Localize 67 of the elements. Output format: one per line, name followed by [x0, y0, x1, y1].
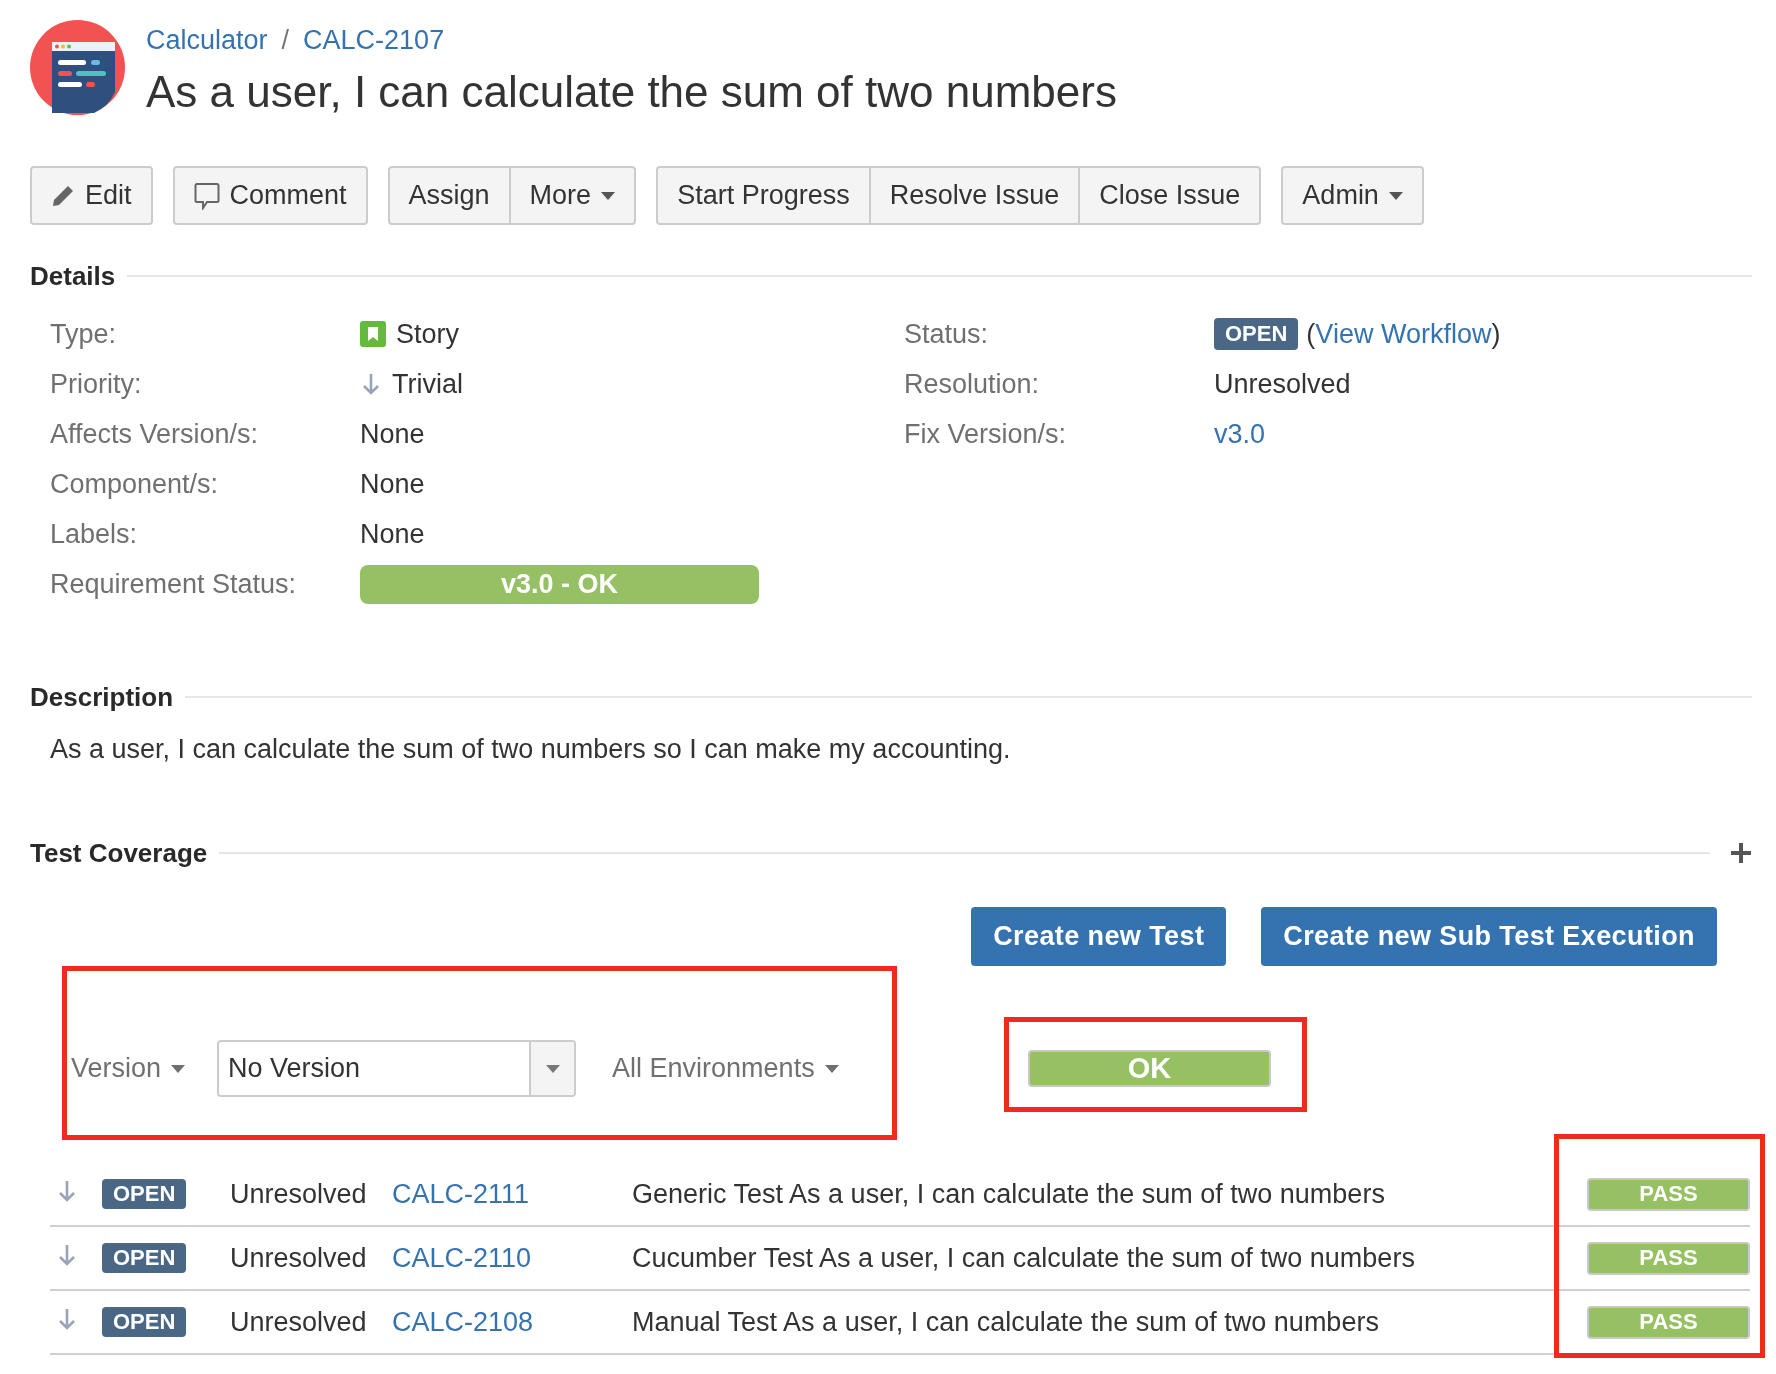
field-label: Type: — [50, 318, 118, 350]
create-button[interactable]: Create new Test — [971, 907, 1227, 966]
speech-bubble-icon — [193, 181, 220, 210]
test-summary: Generic Test As a user, I can calculate the sum of two numbers — [632, 1178, 1386, 1210]
version-menu[interactable]: Version — [71, 1040, 186, 1097]
story-icon — [360, 321, 386, 347]
status-lozenge: OPEN — [102, 1179, 187, 1209]
test-key-link[interactable]: CALC-2110 — [392, 1242, 532, 1273]
field-label: Fix Version/s: — [904, 418, 1068, 450]
field-value: None — [360, 468, 425, 500]
caret-icon — [824, 1064, 839, 1073]
test-result-bar: PASS — [1587, 1177, 1750, 1211]
test-result-bar: PASS — [1587, 1305, 1750, 1339]
field-label: Priority: — [50, 368, 143, 400]
field-value: Trivial — [392, 368, 463, 400]
section-heading: Description — [30, 681, 174, 714]
field-label: Labels: — [50, 518, 139, 550]
description-text: As a user, I can calculate the sum of two numbers so I can make my accounting. — [50, 733, 1012, 766]
toolbar-button[interactable]: Assign — [387, 166, 511, 225]
toolbar-button[interactable]: More — [508, 166, 637, 225]
caret-icon — [1388, 191, 1403, 200]
workflow-note: (View Workflow) — [1306, 318, 1501, 350]
issue-title: As a user, I can calculate the sum of two numbers — [146, 67, 1117, 117]
test-summary: Manual Test As a user, I can calculate the sum of two numbers — [632, 1306, 1380, 1338]
field-value: Story — [396, 318, 460, 350]
field-value: None — [360, 518, 425, 550]
version-link[interactable]: v3.0 — [1214, 418, 1266, 450]
resolution-text: Unresolved — [230, 1306, 368, 1338]
toolbar-button[interactable]: Admin — [1281, 166, 1424, 225]
caret-icon — [171, 1064, 186, 1073]
create-button[interactable]: Create new Sub Test Execution — [1261, 907, 1717, 966]
version-select[interactable]: No Version — [217, 1040, 577, 1097]
section-heading: Test Coverage — [30, 837, 208, 870]
resolution-text: Unresolved — [230, 1178, 368, 1210]
add-icon[interactable] — [1730, 842, 1752, 864]
environment-menu[interactable]: All Environments — [612, 1040, 839, 1097]
resolution-text: Unresolved — [230, 1242, 368, 1274]
field-label: Status: — [904, 318, 990, 350]
pencil-icon — [51, 183, 75, 208]
toolbar-button[interactable]: Start Progress — [656, 166, 871, 225]
down-arrow-icon — [360, 371, 382, 397]
test-summary: Cucumber Test As a user, I can calculate the sum of two numbers — [632, 1242, 1416, 1274]
field-value: None — [360, 418, 425, 450]
caret-icon — [545, 1064, 560, 1073]
status-lozenge: OPEN — [102, 1307, 187, 1337]
test-key-link[interactable]: CALC-2111 — [392, 1178, 530, 1209]
toolbar-button[interactable]: Close Issue — [1078, 166, 1262, 225]
section-heading: Details — [30, 260, 116, 293]
status-lozenge: OPEN — [1214, 318, 1299, 350]
toolbar-button[interactable]: Edit — [30, 166, 153, 225]
issue-key-link[interactable]: CALC-2107 — [303, 25, 445, 55]
status-lozenge: OPEN — [102, 1243, 187, 1273]
field-label: Component/s: — [50, 468, 220, 500]
test-key-link[interactable]: CALC-2108 — [392, 1306, 534, 1337]
field-value: Unresolved — [1214, 368, 1351, 400]
caret-icon — [601, 191, 616, 200]
view-workflow-link[interactable]: View Workflow — [1315, 318, 1492, 349]
field-label: Requirement Status: — [50, 568, 298, 600]
project-link[interactable]: Calculator — [146, 25, 268, 55]
field-label: Resolution: — [904, 368, 1041, 400]
field-label: Affects Version/s: — [50, 418, 260, 450]
toolbar-button[interactable]: Resolve Issue — [868, 166, 1081, 225]
test-result-bar: PASS — [1587, 1241, 1750, 1275]
requirement-status-bar: v3.0 - OK — [360, 564, 759, 604]
toolbar-button[interactable]: Comment — [172, 166, 368, 225]
breadcrumb-separator: / — [281, 25, 290, 55]
coverage-status-bar: OK — [1028, 1050, 1271, 1087]
